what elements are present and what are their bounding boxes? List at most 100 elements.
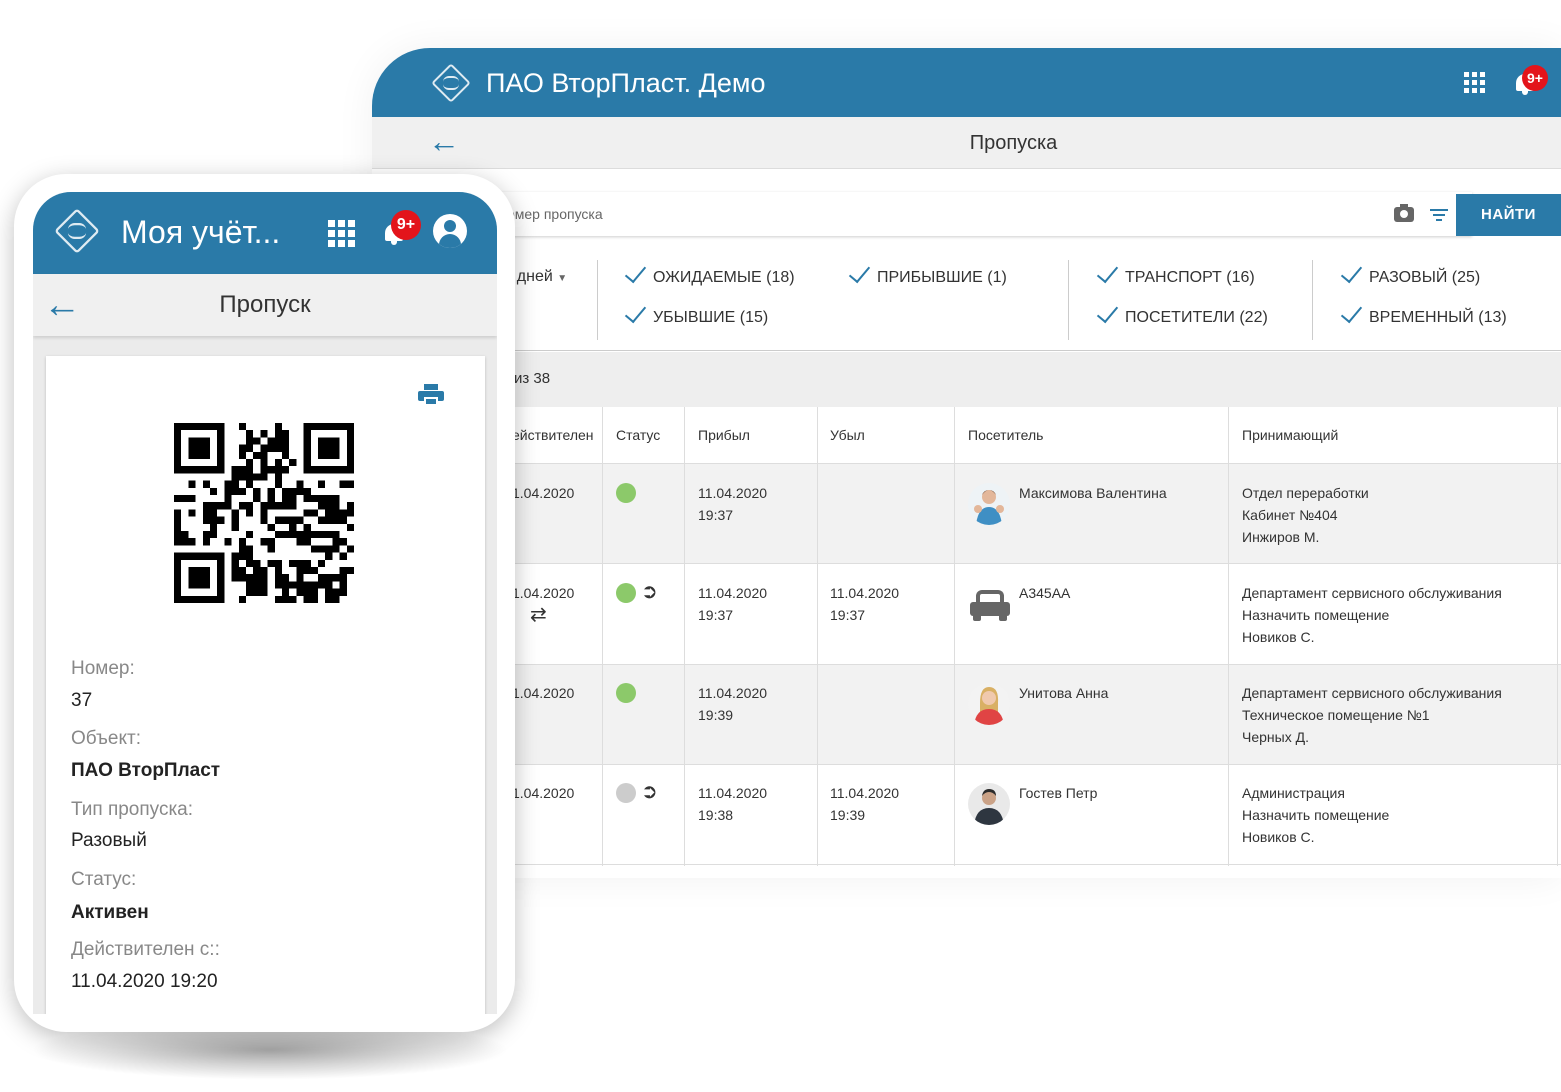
phone-screen: Моя учёт... 9+ ← Пропуск Номер: 37 Объек… bbox=[33, 192, 497, 1014]
valid-date: 1.04.2020 bbox=[512, 685, 575, 701]
valid-from-label: Действителен с:: bbox=[71, 939, 220, 960]
filter-one-time[interactable]: РАЗОВЫЙ (25) bbox=[1338, 260, 1481, 290]
column-divider bbox=[602, 407, 603, 866]
filter-departed[interactable]: УБЫВШИЕ (15) bbox=[622, 300, 769, 330]
apps-grid-icon[interactable] bbox=[1464, 72, 1485, 93]
divider bbox=[597, 260, 598, 340]
visitor-name[interactable]: Унитова Анна bbox=[1019, 682, 1108, 704]
checkmark-icon bbox=[624, 260, 647, 284]
col-arrived[interactable]: Прибыл bbox=[698, 427, 750, 443]
arrived-date: 11.04.2020 bbox=[698, 785, 768, 801]
column-divider bbox=[817, 407, 818, 866]
valid-date: 1.04.2020 bbox=[512, 785, 575, 801]
table-row[interactable]: 1.04.2020 ➲ 11.04.2020 19:38 11.04.2020 … bbox=[372, 765, 1561, 865]
host-dept: Администрация bbox=[1242, 785, 1345, 801]
host-room: Назначить помещение bbox=[1242, 807, 1390, 823]
object-value: ПАО ВторПласт bbox=[71, 760, 221, 781]
apps-grid-icon[interactable] bbox=[328, 220, 355, 247]
man-avatar bbox=[968, 783, 1010, 825]
checkmark-icon bbox=[848, 260, 871, 284]
valid-date: 1.04.2020 bbox=[512, 485, 575, 501]
page-subheader: ← Пропуска bbox=[372, 117, 1561, 169]
valid-from-value: 11.04.2020 19:20 bbox=[71, 971, 218, 992]
notification-badge: 9+ bbox=[391, 210, 421, 240]
table-row[interactable]: 1.04.2020 11.04.2020 19:37 Максимова Вал… bbox=[372, 464, 1561, 564]
visitor-name[interactable]: А345АА bbox=[1019, 582, 1070, 604]
phone-app-title: Моя учёт... bbox=[121, 214, 281, 250]
filter-label: УБЫВШИЕ (15) bbox=[653, 309, 769, 327]
filter-label: РАЗОВЫЙ (25) bbox=[1369, 269, 1481, 287]
filter-arrived[interactable]: ПРИБЫВШИЕ (1) bbox=[846, 260, 1007, 290]
departed-time: 19:37 bbox=[830, 607, 866, 623]
period-dropdown[interactable]: ) дней ▼ bbox=[507, 268, 567, 286]
host-person: Новиков С. bbox=[1242, 829, 1315, 845]
host-room: Кабинет №404 bbox=[1242, 507, 1338, 523]
arrived-time: 19:38 bbox=[698, 807, 734, 823]
filter-temporary[interactable]: ВРЕМЕННЫЙ (13) bbox=[1338, 300, 1507, 330]
user-account-icon[interactable] bbox=[433, 214, 467, 248]
arrived-date: 11.04.2020 bbox=[698, 685, 768, 701]
host-dept: Департамент сервисного обслуживания bbox=[1242, 685, 1502, 701]
visitor-name[interactable]: Максимова Валентина bbox=[1019, 482, 1167, 504]
arrived-time: 19:37 bbox=[698, 607, 734, 623]
host-dept: Департамент сервисного обслуживания bbox=[1242, 585, 1502, 601]
checkmark-icon bbox=[1340, 300, 1363, 324]
notification-badge: 9+ bbox=[1522, 65, 1548, 91]
valid-date: 1.04.2020 bbox=[512, 585, 575, 601]
host-room: Назначить помещение bbox=[1242, 607, 1390, 623]
desktop-window: ПАО ВторПласт. Демо 9+ ← Пропуска НАЙТИ … bbox=[372, 48, 1561, 878]
divider bbox=[1068, 260, 1069, 340]
status-active-icon bbox=[616, 583, 636, 603]
status-inactive-icon bbox=[616, 783, 636, 803]
host-person: Новиков С. bbox=[1242, 629, 1315, 645]
table-row[interactable]: 1.04.2020 11.04.2020 19:39 Унитова Анна … bbox=[372, 665, 1561, 765]
status-active-icon bbox=[616, 483, 636, 503]
filter-panel: ) дней ▼ ОЖИДАЕМЫЕ (18) ПРИБЫВШИЕ (1) УБ… bbox=[372, 248, 1561, 351]
column-divider bbox=[1557, 407, 1558, 866]
page-title: Пропуск bbox=[219, 291, 311, 318]
col-host[interactable]: Принимающий bbox=[1242, 427, 1338, 443]
visitor-name[interactable]: Гостев Петр bbox=[1019, 782, 1097, 804]
find-button[interactable]: НАЙТИ bbox=[1456, 194, 1561, 236]
filter-transport[interactable]: ТРАНСПОРТ (16) bbox=[1094, 260, 1255, 290]
col-departed[interactable]: Убыл bbox=[830, 427, 865, 443]
camera-icon[interactable] bbox=[1394, 204, 1414, 222]
print-icon[interactable] bbox=[418, 384, 444, 406]
woman-avatar-1 bbox=[968, 483, 1010, 525]
filter-label: ПОСЕТИТЕЛИ (22) bbox=[1125, 309, 1268, 327]
filter-visitors[interactable]: ПОСЕТИТЕЛИ (22) bbox=[1094, 300, 1268, 330]
host-dept: Отдел переработки bbox=[1242, 485, 1369, 501]
results-count-bar: из 38 bbox=[372, 352, 1561, 407]
page-title: Пропуска bbox=[969, 132, 1058, 154]
filter-expected[interactable]: ОЖИДАЕМЫЕ (18) bbox=[622, 260, 795, 290]
status-value: Активен bbox=[71, 902, 149, 923]
col-valid[interactable]: ействителен bbox=[512, 427, 594, 443]
departed-date: 11.04.2020 bbox=[830, 585, 900, 601]
filter-label: ВРЕМЕННЫЙ (13) bbox=[1369, 309, 1507, 327]
pass-type-value: Разовый bbox=[71, 830, 147, 851]
logo-icon[interactable] bbox=[51, 205, 104, 258]
host-room: Техническое помещение №1 bbox=[1242, 707, 1430, 723]
chevron-down-icon: ▼ bbox=[557, 273, 568, 284]
arrived-time: 19:39 bbox=[698, 707, 734, 723]
pass-card: Номер: 37 Объект: ПАО ВторПласт Тип проп… bbox=[46, 356, 485, 1014]
qr-code bbox=[174, 423, 354, 603]
col-visitor[interactable]: Посетитель bbox=[968, 427, 1043, 443]
status-active-icon bbox=[616, 683, 636, 703]
app-title: ПАО ВторПласт. Демо bbox=[486, 68, 766, 98]
status-label: Статус: bbox=[71, 869, 137, 890]
object-label: Объект: bbox=[71, 728, 141, 749]
host-person: Инжиров М. bbox=[1242, 529, 1320, 545]
table-row[interactable]: 1.04.2020 ⇄ ➲ 11.04.2020 19:37 11.04.202… bbox=[372, 565, 1561, 665]
filter-icon[interactable] bbox=[1430, 208, 1448, 222]
search-bar bbox=[372, 192, 1472, 236]
arrived-time: 19:37 bbox=[698, 507, 734, 523]
column-divider bbox=[684, 407, 685, 866]
search-input[interactable] bbox=[372, 192, 1372, 236]
col-status[interactable]: Статус bbox=[616, 427, 660, 443]
checkmark-icon bbox=[624, 300, 647, 324]
number-label: Номер: bbox=[71, 658, 135, 679]
number-value: 37 bbox=[71, 690, 93, 711]
filter-label: ОЖИДАЕМЫЕ (18) bbox=[653, 269, 795, 287]
logo-icon[interactable] bbox=[428, 60, 474, 106]
